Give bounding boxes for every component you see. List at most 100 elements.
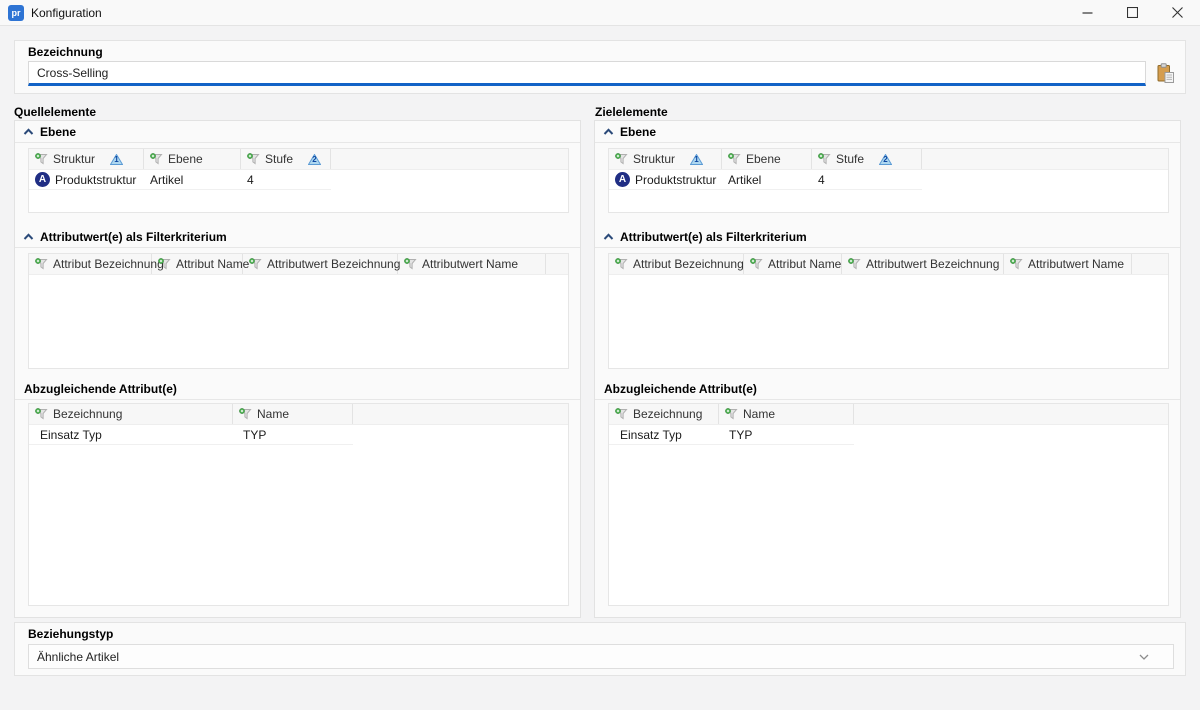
ebene-section-header[interactable]: Ebene [15,122,580,143]
column-header-attribut-bezeichnung[interactable]: Attribut Bezeichnung [609,254,744,274]
filter-icon[interactable] [728,153,741,165]
column-header-stufe[interactable]: Stufe 2 [812,149,922,169]
filter-icon[interactable] [249,258,262,270]
column-header-filler [922,149,1168,169]
chevron-up-icon[interactable] [23,128,34,136]
chevron-up-icon[interactable] [603,128,614,136]
filter-icon[interactable] [158,258,171,270]
column-header-ebene[interactable]: Ebene [144,149,241,169]
filter-icon[interactable] [818,153,831,165]
abzugleichende-table: Bezeichnung Name Einsatz Typ TYP [608,403,1169,606]
filter-icon[interactable] [35,408,48,420]
filter-icon[interactable] [750,258,763,270]
chevron-up-icon[interactable] [23,233,34,241]
column-label: Name [743,407,775,421]
filterkriterium-section-header[interactable]: Attributwert(e) als Filterkriterium [15,227,580,248]
column-header-struktur[interactable]: Struktur 1 [609,149,722,169]
filterkriterium-section-header[interactable]: Attributwert(e) als Filterkriterium [595,227,1180,248]
chevron-up-icon[interactable] [603,233,614,241]
filter-icon[interactable] [404,258,417,270]
column-header-ebene[interactable]: Ebene [722,149,812,169]
close-icon [1172,7,1183,18]
filter-icon[interactable] [615,258,628,270]
column-label: Attribut Name [768,257,841,271]
chevron-down-icon [1139,654,1149,660]
window-title: Konfiguration [31,6,102,20]
column-label: Bezeichnung [53,407,122,421]
column-header-filler [353,404,568,424]
column-header-name[interactable]: Name [719,404,854,424]
minimize-button[interactable] [1065,0,1110,26]
column-label: Attributwert Bezeichnung [866,257,999,271]
close-button[interactable] [1155,0,1200,26]
column-header-attribut-name[interactable]: Attribut Name [152,254,243,274]
filterkriterium-section-label: Attributwert(e) als Filterkriterium [40,230,227,244]
ebene-section-label: Ebene [40,125,76,139]
cell-ebene: Artikel [722,170,812,190]
column-header-stufe[interactable]: Stufe 2 [241,149,331,169]
cell-name: TYP [233,425,353,445]
ebene-section-label: Ebene [620,125,656,139]
beziehungstyp-value: Ähnliche Artikel [37,650,119,664]
sort-ascending-icon: 2 [879,154,892,165]
column-label: Ebene [168,152,203,166]
column-header-filler [331,149,568,169]
cell-struktur: A Produktstruktur [29,170,144,190]
filter-icon[interactable] [725,408,738,420]
cell-bezeichnung: Einsatz Typ [29,425,233,445]
filter-icon[interactable] [615,153,628,165]
table-row[interactable]: Einsatz Typ TYP [609,425,1168,445]
column-header-attributwert-name[interactable]: Attributwert Name [1004,254,1132,274]
panel-quellelemente: Ebene Struktur 1 [14,120,581,618]
sort-ascending-icon: 1 [690,154,703,165]
ebene-section-header[interactable]: Ebene [595,122,1180,143]
filter-icon[interactable] [239,408,252,420]
column-header-filler [1132,254,1168,274]
ebene-table: Struktur 1 Ebene [608,148,1169,213]
maximize-icon [1127,7,1138,18]
filter-icon[interactable] [615,408,628,420]
filterkriterium-table: Attribut Bezeichnung Attribut Name [28,253,569,369]
column-header-name[interactable]: Name [233,404,353,424]
sort-ascending-icon: 1 [110,154,123,165]
table-row[interactable]: Einsatz Typ TYP [29,425,568,445]
filterkriterium-table-header: Attribut Bezeichnung Attribut Name [609,254,1168,275]
column-header-bezeichnung[interactable]: Bezeichnung [609,404,719,424]
table-row[interactable]: A Produktstruktur Artikel 4 [609,170,1168,190]
filter-icon[interactable] [35,258,48,270]
filter-icon[interactable] [1010,258,1023,270]
minimize-icon [1082,7,1093,18]
bezeichnung-section: Bezeichnung [14,40,1186,94]
filter-icon[interactable] [247,153,260,165]
quellelemente-title: Quellelemente [14,105,96,119]
cell-struktur: A Produktstruktur [609,170,722,190]
table-row[interactable]: A Produktstruktur Artikel 4 [29,170,568,190]
filter-icon[interactable] [35,153,48,165]
column-header-struktur[interactable]: Struktur 1 [29,149,144,169]
maximize-button[interactable] [1110,0,1155,26]
column-header-attributwert-bezeichnung[interactable]: Attributwert Bezeichnung [243,254,398,274]
bezeichnung-input[interactable] [28,61,1146,86]
app-icon: pr [8,5,24,21]
column-label: Attributwert Name [1028,257,1124,271]
filter-icon[interactable] [150,153,163,165]
column-header-filler [546,254,568,274]
column-header-attributwert-name[interactable]: Attributwert Name [398,254,546,274]
column-label: Stufe [265,152,293,166]
column-label: Stufe [836,152,864,166]
filter-icon[interactable] [848,258,861,270]
beziehungstyp-dropdown[interactable]: Ähnliche Artikel [28,644,1174,669]
abzugleichende-table-header: Bezeichnung Name [29,404,568,425]
paste-button[interactable] [1153,60,1179,87]
window-controls [1065,0,1200,26]
column-label: Struktur [53,152,95,166]
bezeichnung-label: Bezeichnung [28,45,103,59]
zielelemente-title: Zielelemente [595,105,668,119]
column-header-attribut-name[interactable]: Attribut Name [744,254,842,274]
column-label: Struktur [633,152,675,166]
column-header-attributwert-bezeichnung[interactable]: Attributwert Bezeichnung [842,254,1004,274]
title-bar: pr Konfiguration [0,0,1200,26]
ebene-table-header: Struktur 1 Ebene [29,149,568,170]
column-header-bezeichnung[interactable]: Bezeichnung [29,404,233,424]
column-header-attribut-bezeichnung[interactable]: Attribut Bezeichnung [29,254,152,274]
